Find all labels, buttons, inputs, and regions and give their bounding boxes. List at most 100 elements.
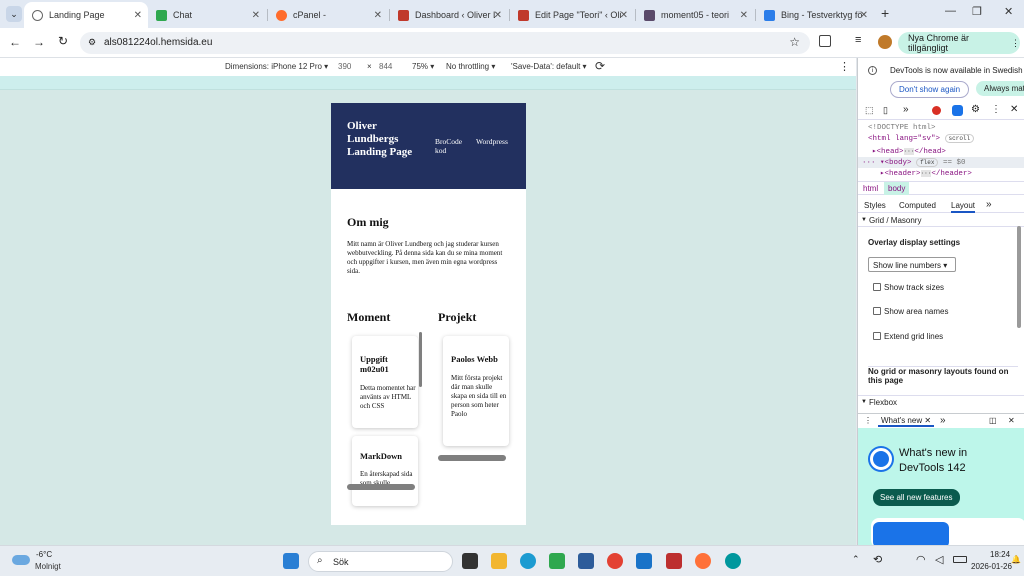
close-icon[interactable]: ✕ bbox=[494, 10, 502, 21]
new-tab-button[interactable]: + bbox=[881, 5, 889, 21]
tab-search-button[interactable]: ⌄ bbox=[6, 6, 22, 22]
volume-icon[interactable]: ◁ bbox=[935, 553, 943, 566]
save-data-select[interactable]: 'Save-Data': default ▾ bbox=[511, 62, 587, 71]
track-sizes-checkbox[interactable] bbox=[873, 283, 881, 291]
file-explorer-icon[interactable] bbox=[491, 553, 507, 569]
close-icon[interactable]: ✕ bbox=[252, 10, 260, 21]
moment-vertical-scrollbar[interactable] bbox=[419, 332, 422, 387]
rotate-icon[interactable]: ⟳ bbox=[595, 59, 605, 73]
dom-header[interactable]: ▸<header>···</header> bbox=[880, 168, 972, 178]
whats-new-tab[interactable]: What's new ✕ bbox=[878, 416, 935, 427]
restore-icon[interactable]: ❐ bbox=[972, 5, 982, 18]
tab-edit-page[interactable]: Edit Page "Teori" ‹ Oli ✕ bbox=[510, 4, 634, 26]
close-drawer-icon[interactable]: ✕ bbox=[1008, 416, 1015, 425]
tab-landing-page[interactable]: Landing Page ✕ bbox=[24, 2, 148, 28]
always-match-button[interactable]: Always match bbox=[976, 81, 1024, 96]
chevron-up-icon[interactable]: ⌃ bbox=[852, 554, 860, 565]
chat-app-icon[interactable] bbox=[549, 553, 565, 569]
breadcrumb-html[interactable]: html bbox=[863, 184, 878, 193]
vscode-icon[interactable] bbox=[636, 553, 652, 569]
weather-temp[interactable]: -6°C bbox=[36, 550, 52, 559]
nav-link-wordpress[interactable]: Wordpress bbox=[476, 137, 508, 146]
tab-computed[interactable]: Computed bbox=[899, 201, 936, 210]
tab-styles[interactable]: Styles bbox=[864, 201, 886, 210]
weather-label[interactable]: Molnigt bbox=[35, 562, 61, 571]
tab-moment05[interactable]: moment05 - teori ✕ bbox=[636, 4, 754, 26]
close-icon[interactable]: ✕ bbox=[860, 10, 868, 21]
cloud-icon[interactable] bbox=[12, 555, 30, 565]
zoom-select[interactable]: 75% ▾ bbox=[412, 62, 434, 71]
tab-cpanel[interactable]: cPanel - ✕ bbox=[268, 4, 388, 26]
media-query-bar[interactable] bbox=[0, 76, 856, 90]
close-devtools-icon[interactable]: ✕ bbox=[1010, 104, 1018, 115]
dom-html[interactable]: <html lang="sv"> scroll bbox=[868, 134, 975, 143]
more-drawer-tabs-icon[interactable]: » bbox=[940, 415, 946, 426]
filezilla-icon[interactable] bbox=[666, 553, 682, 569]
drawer-menu-icon[interactable]: ⋮ bbox=[864, 416, 872, 425]
star-icon[interactable]: ☆ bbox=[789, 35, 800, 49]
chrome-icon[interactable] bbox=[607, 553, 623, 569]
throttling-select[interactable]: No throttling ▾ bbox=[446, 62, 495, 71]
dock-icon[interactable]: ◫ bbox=[989, 416, 997, 425]
close-icon[interactable]: ✕ bbox=[620, 10, 628, 21]
store-icon[interactable] bbox=[578, 553, 594, 569]
minimize-icon[interactable]: — bbox=[945, 5, 956, 17]
breadcrumb-body[interactable]: body bbox=[884, 182, 910, 195]
close-icon[interactable]: ✕ bbox=[134, 10, 142, 21]
moment-card[interactable]: Uppgift m02u01 Detta momentet har använt… bbox=[352, 336, 418, 428]
width-input[interactable]: 390 bbox=[338, 62, 351, 71]
more-options-icon[interactable]: ⋮ bbox=[839, 60, 850, 73]
close-icon[interactable]: ✕ bbox=[740, 10, 748, 21]
device-icon[interactable]: ▯ bbox=[883, 105, 888, 116]
network-icon[interactable]: ◠ bbox=[916, 553, 926, 566]
profile-avatar[interactable] bbox=[878, 35, 892, 49]
clock-time[interactable]: 18:24 bbox=[990, 550, 1010, 559]
site-info-icon[interactable]: ⚙ bbox=[88, 37, 96, 48]
ai-assist-icon[interactable] bbox=[952, 105, 963, 116]
tab-chat[interactable]: Chat ✕ bbox=[148, 4, 266, 26]
tab-dashboard[interactable]: Dashboard ‹ Oliver Lu ✕ bbox=[390, 4, 508, 26]
inspect-icon[interactable]: ⬚ bbox=[865, 105, 874, 116]
extensions-icon[interactable] bbox=[819, 35, 831, 47]
projekt-card[interactable]: Paolos Webb Mitt första projekt där man … bbox=[443, 336, 509, 446]
firefox-icon[interactable] bbox=[695, 553, 711, 569]
close-icon[interactable]: ✕ bbox=[374, 10, 382, 21]
windows-start-icon[interactable] bbox=[283, 553, 299, 569]
gear-icon[interactable]: ⚙ bbox=[971, 104, 980, 115]
arduino-icon[interactable] bbox=[725, 553, 741, 569]
moment-horizontal-scrollbar[interactable] bbox=[347, 484, 415, 490]
clock-date[interactable]: 2026-01-26 bbox=[971, 562, 1012, 571]
moment-card[interactable]: MarkDown En återskapad sida som skulle bbox=[352, 436, 418, 506]
more-subtabs-icon[interactable]: » bbox=[986, 199, 992, 210]
reload-icon[interactable]: ↻ bbox=[58, 34, 68, 48]
grid-section-header[interactable]: ▼ Grid / Masonry bbox=[858, 215, 1024, 227]
dont-show-button[interactable]: Don't show again bbox=[890, 81, 970, 98]
overlay-select[interactable]: Show line numbers ▾ bbox=[868, 257, 956, 272]
back-icon[interactable]: ← bbox=[9, 35, 21, 49]
update-chrome-button[interactable]: Nya Chrome är tillgängligt ⋮ bbox=[898, 32, 1020, 54]
projekt-horizontal-scrollbar[interactable] bbox=[438, 455, 506, 461]
sync-icon[interactable]: ⟲ bbox=[873, 553, 882, 566]
battery-icon[interactable] bbox=[953, 556, 967, 563]
devtools-scrollbar[interactable] bbox=[1017, 226, 1021, 328]
kebab-icon[interactable]: ⋮ bbox=[991, 104, 1001, 115]
error-icon[interactable] bbox=[932, 106, 941, 115]
dimensions-select[interactable]: Dimensions: iPhone 12 Pro ▾ bbox=[225, 62, 328, 71]
media-icon[interactable]: ≡ bbox=[855, 34, 861, 46]
close-window-icon[interactable]: ✕ bbox=[1004, 5, 1013, 18]
tab-bing[interactable]: Bing - Testverktyg fö ✕ bbox=[756, 4, 874, 26]
task-view-icon[interactable] bbox=[462, 553, 478, 569]
address-bar[interactable]: ⚙ als081224ol.hemsida.eu ☆ bbox=[80, 32, 810, 54]
more-tabs-icon[interactable]: » bbox=[903, 104, 909, 115]
area-names-checkbox[interactable] bbox=[873, 307, 881, 315]
extend-lines-checkbox[interactable] bbox=[873, 332, 881, 340]
forward-icon[interactable]: → bbox=[33, 35, 45, 49]
nav-link-brocode[interactable]: BroCode kod bbox=[435, 137, 467, 155]
dom-head[interactable]: ▸<head>···</head> bbox=[872, 146, 946, 156]
edge-icon[interactable] bbox=[520, 553, 536, 569]
taskbar-search[interactable]: ⌕ Sök bbox=[308, 551, 453, 572]
notifications-icon[interactable]: 🔔 bbox=[1011, 555, 1021, 564]
height-input[interactable]: 844 bbox=[379, 62, 392, 71]
flexbox-section-header[interactable]: ▼ Flexbox bbox=[858, 395, 1024, 407]
see-all-features-button[interactable]: See all new features bbox=[873, 489, 960, 506]
